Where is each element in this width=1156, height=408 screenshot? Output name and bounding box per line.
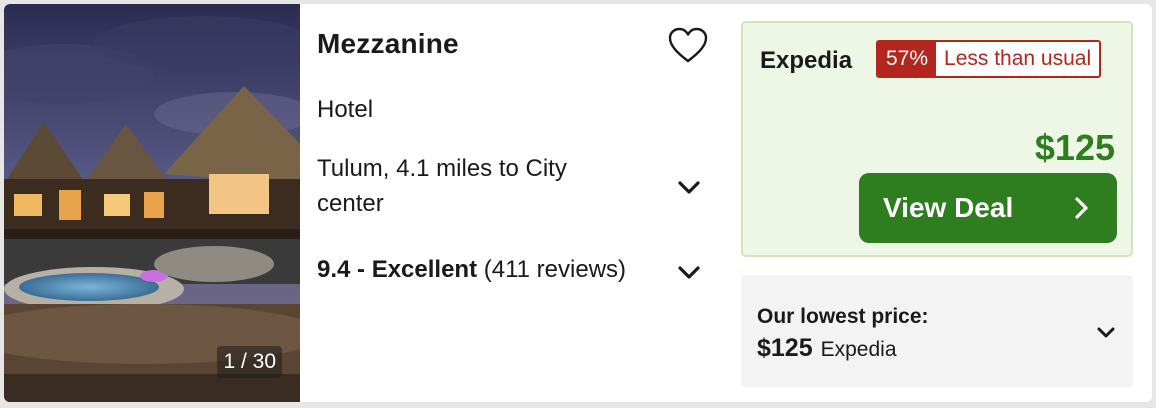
deal-price: $125 xyxy=(1034,127,1115,168)
hotel-result-card: 1 / 30 Mezzanine Hotel Tulum, 4.1 miles … xyxy=(4,4,1152,402)
review-count: (411 reviews) xyxy=(483,256,627,283)
lowest-price-chevron-down-icon[interactable] xyxy=(1095,321,1117,343)
discount-percent: 57% xyxy=(878,42,937,76)
favorite-heart-icon[interactable] xyxy=(666,24,710,68)
lowest-price-row: $125 Expedia xyxy=(757,334,897,363)
discount-badge: 57% Less than usual xyxy=(876,40,1102,78)
rating-score: 9.4 - Excellent xyxy=(317,256,478,283)
hotel-location: Tulum, 4.1 miles to City center xyxy=(317,155,567,217)
hotel-photo-image xyxy=(4,4,300,402)
hotel-name[interactable]: Mezzanine xyxy=(317,28,459,60)
featured-deal: Expedia 57% Less than usual $125 View De… xyxy=(741,21,1133,257)
deal-provider: Expedia xyxy=(760,47,853,74)
lowest-price-label: Our lowest price: xyxy=(757,305,929,328)
hotel-type: Hotel xyxy=(317,96,374,123)
discount-text: Less than usual xyxy=(936,42,1100,76)
rating-chevron-down-icon[interactable] xyxy=(676,259,702,285)
view-deal-button[interactable]: View Deal xyxy=(859,173,1117,243)
chevron-right-icon xyxy=(1075,197,1088,219)
lowest-price-panel[interactable]: Our lowest price: $125 Expedia xyxy=(741,275,1133,387)
photo-counter: 1 / 30 xyxy=(217,346,282,378)
hotel-photo[interactable]: 1 / 30 xyxy=(4,4,300,402)
hotel-rating: 9.4 - Excellent (411 reviews) xyxy=(317,256,626,284)
lowest-price-provider: Expedia xyxy=(820,338,897,361)
lowest-price-value: $125 xyxy=(757,334,813,362)
view-deal-label: View Deal xyxy=(883,192,1014,223)
hotel-info: Mezzanine Hotel Tulum, 4.1 miles to City… xyxy=(300,4,736,402)
location-chevron-down-icon[interactable] xyxy=(676,174,702,200)
